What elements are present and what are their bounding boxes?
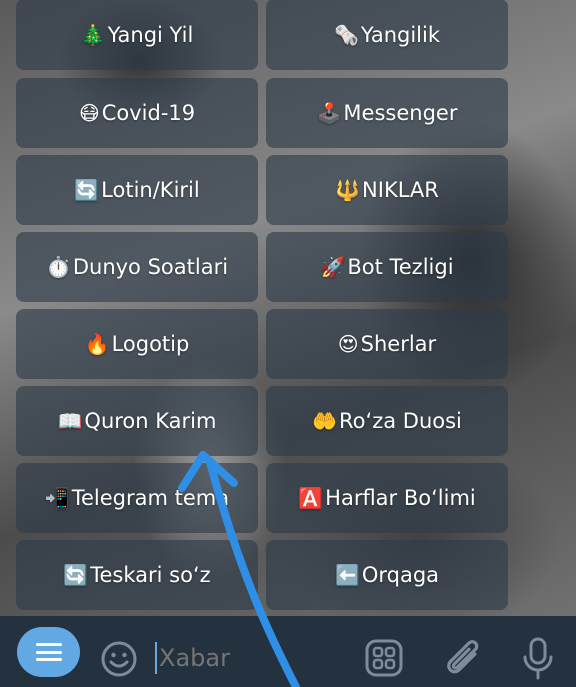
trident-icon: 🔱 bbox=[335, 178, 361, 202]
keyboard-button-niklar[interactable]: 🔱 NIKLAR bbox=[266, 155, 508, 225]
repeat-arrows-icon: 🔄 bbox=[74, 178, 100, 202]
keyboard-button-sherlar[interactable]: 😍 Sherlar bbox=[266, 309, 508, 379]
keyboard-button-messenger[interactable]: 🕹️ Messenger bbox=[266, 78, 508, 148]
message-input[interactable] bbox=[157, 640, 309, 676]
keyboard-button-harflar-bolimi[interactable]: 🅰️ Harflar Bo‘limi bbox=[266, 463, 508, 533]
keyboard-button-roza-duosi[interactable]: 🤲 Ro‘za Duosi bbox=[266, 386, 508, 456]
repeat-arrows-icon: 🔄 bbox=[63, 563, 89, 587]
button-label: NIKLAR bbox=[362, 178, 439, 202]
keyboard-row: 🎄 Yangi Yil 🗞️ Yangilik bbox=[16, 0, 508, 70]
mask-face-icon: 😷 bbox=[78, 101, 100, 125]
keyboard-row: 😷 Covid-19 🕹️ Messenger bbox=[16, 78, 508, 148]
keyboard-button-bot-tezligi[interactable]: 🚀 Bot Tezligi bbox=[266, 232, 508, 302]
keyboard-button-yangi-yil[interactable]: 🎄 Yangi Yil bbox=[16, 0, 258, 70]
keyboard-row: 🔄 Teskari so‘z ⬅️ Orqaga bbox=[16, 540, 508, 610]
button-label: Messenger bbox=[343, 101, 458, 125]
button-label: Dunyo Soatlari bbox=[72, 255, 229, 279]
button-label: Logotip bbox=[111, 332, 190, 356]
mobile-arrow-icon: 📲 bbox=[44, 486, 70, 510]
palms-up-icon: 🤲 bbox=[312, 409, 338, 433]
emoji-smile-icon[interactable] bbox=[100, 640, 138, 678]
button-label: Covid-19 bbox=[101, 101, 196, 125]
letter-a-icon: 🅰️ bbox=[298, 486, 324, 510]
back-arrow-icon: ⬅️ bbox=[334, 563, 360, 587]
button-label: Bot Tezligi bbox=[347, 255, 454, 279]
keyboard-row: 🔥 Logotip 😍 Sherlar bbox=[16, 309, 508, 379]
keyboard-button-logotip[interactable]: 🔥 Logotip bbox=[16, 309, 258, 379]
keyboard-button-covid-19[interactable]: 😷 Covid-19 bbox=[16, 78, 258, 148]
microphone-icon[interactable] bbox=[520, 636, 556, 682]
joystick-icon: 🕹️ bbox=[316, 101, 342, 125]
keyboard-button-teskari-soz[interactable]: 🔄 Teskari so‘z bbox=[16, 540, 258, 610]
fire-icon: 🔥 bbox=[84, 332, 110, 356]
keyboard-button-lotin-kiril[interactable]: 🔄 Lotin/Kiril bbox=[16, 155, 258, 225]
button-label: Lotin/Kiril bbox=[101, 178, 200, 202]
newspaper-icon: 🗞️ bbox=[333, 22, 359, 47]
button-label: Ro‘za Duosi bbox=[339, 409, 462, 433]
button-label: Yangilik bbox=[360, 22, 440, 47]
button-label: Yangi Yil bbox=[107, 22, 194, 47]
menu-icon bbox=[35, 643, 62, 661]
stopwatch-icon: ⏱️ bbox=[45, 255, 71, 279]
christmas-tree-icon: 🎄 bbox=[80, 22, 106, 47]
keyboard-row: 🔄 Lotin/Kiril 🔱 NIKLAR bbox=[16, 155, 508, 225]
keyboard-button-dunyo-soatlari[interactable]: ⏱️ Dunyo Soatlari bbox=[16, 232, 258, 302]
heart-eyes-icon: 😍 bbox=[337, 332, 359, 356]
keyboard-button-orqaga[interactable]: ⬅️ Orqaga bbox=[266, 540, 508, 610]
button-label: Harflar Bo‘limi bbox=[325, 486, 476, 510]
keyboard-row: 📖 Quron Karim 🤲 Ro‘za Duosi bbox=[16, 386, 508, 456]
paperclip-icon[interactable] bbox=[441, 636, 483, 680]
button-label: Telegram tema bbox=[71, 486, 230, 510]
keyboard-button-telegram-tema[interactable]: 📲 Telegram tema bbox=[16, 463, 258, 533]
rocket-icon: 🚀 bbox=[320, 255, 346, 279]
keyboard-row: ⏱️ Dunyo Soatlari 🚀 Bot Tezligi bbox=[16, 232, 508, 302]
keyboard-button-quron-karim[interactable]: 📖 Quron Karim bbox=[16, 386, 258, 456]
open-book-icon: 📖 bbox=[57, 409, 83, 433]
button-label: Teskari so‘z bbox=[90, 563, 211, 587]
button-label: Orqaga bbox=[361, 563, 440, 587]
button-label: Sherlar bbox=[360, 332, 437, 356]
keyboard-row: 📲 Telegram tema 🅰️ Harflar Bo‘limi bbox=[16, 463, 508, 533]
bot-menu-button[interactable] bbox=[17, 627, 80, 677]
button-label: Quron Karim bbox=[84, 409, 217, 433]
bot-keyboard-icon[interactable] bbox=[364, 638, 404, 678]
bot-reply-keyboard: 🎄 Yangi Yil 🗞️ Yangilik 😷 Covid-19 🕹️ Messen… bbox=[0, 0, 576, 616]
keyboard-button-yangilik[interactable]: 🗞️ Yangilik bbox=[266, 0, 508, 70]
